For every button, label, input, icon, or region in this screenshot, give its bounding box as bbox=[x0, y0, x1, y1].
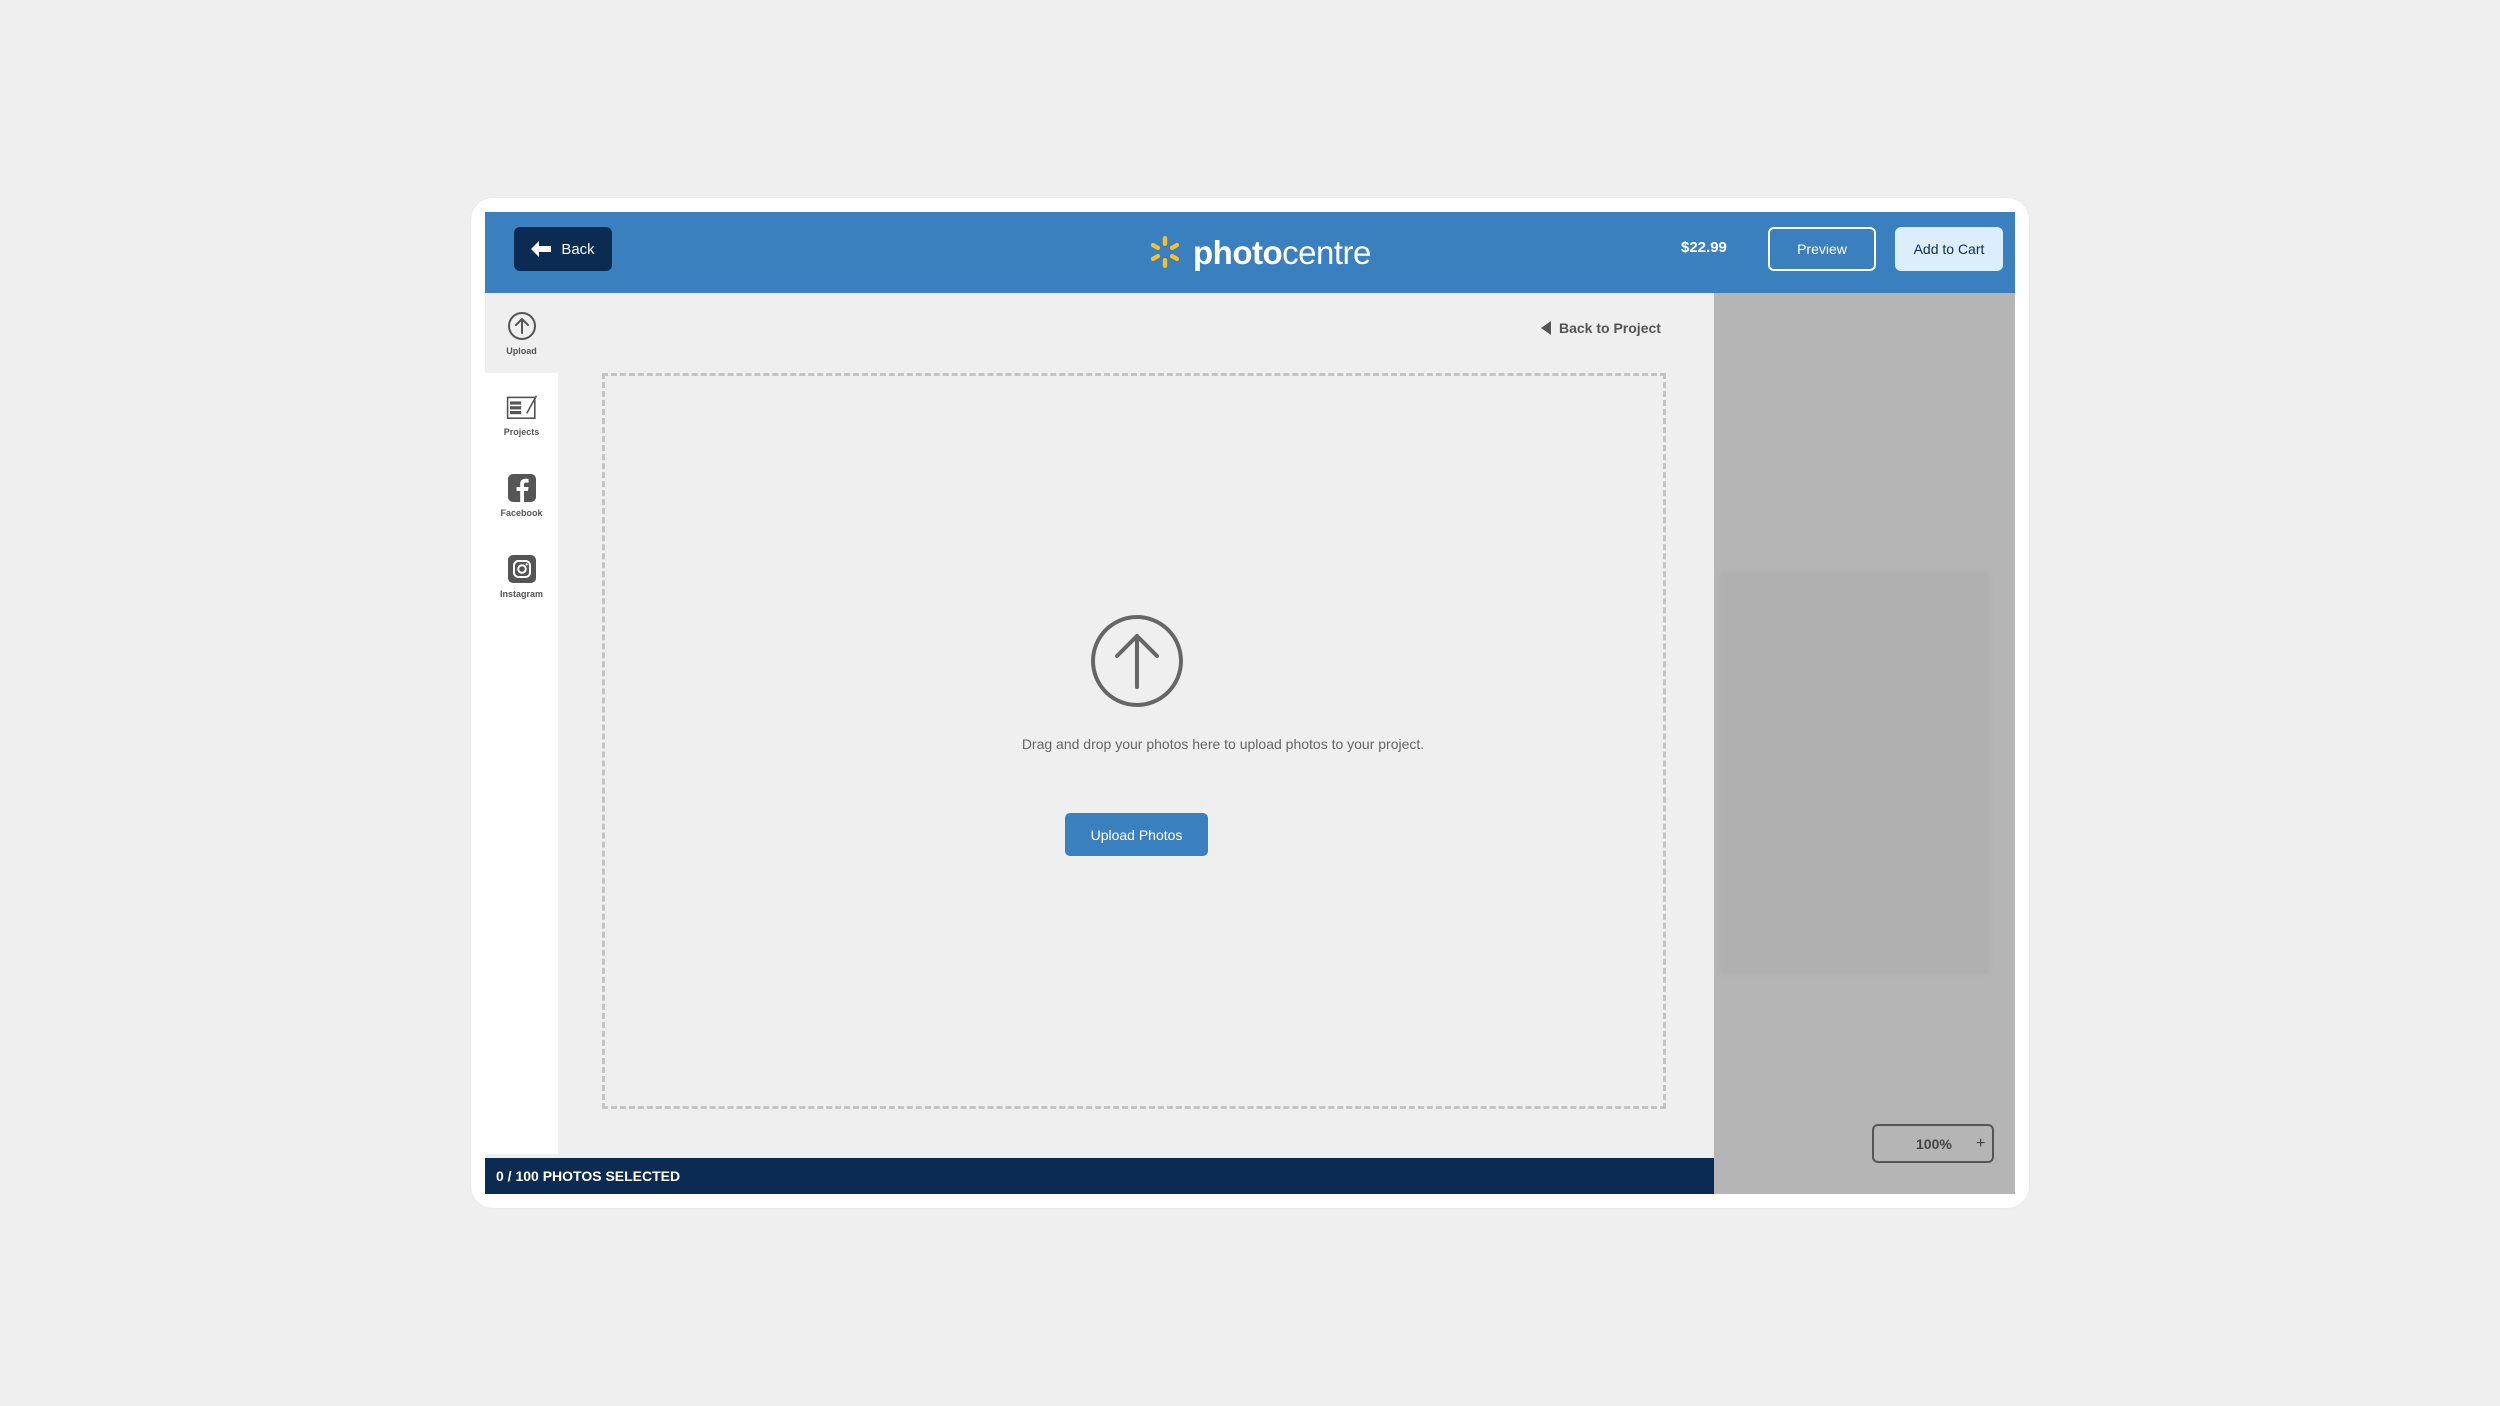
back-to-project-label: Back to Project bbox=[1559, 320, 1661, 336]
spark-logo-icon bbox=[1150, 236, 1180, 268]
selection-status-bar: 0 / 100 PHOTOS SELECTED bbox=[485, 1158, 1714, 1194]
upload-icon bbox=[1091, 615, 1183, 707]
sidebar-item-upload[interactable]: Upload bbox=[485, 293, 558, 373]
back-button-label: Back bbox=[561, 240, 595, 258]
preview-button[interactable]: Preview bbox=[1768, 227, 1876, 271]
sidebar-item-facebook[interactable]: Facebook bbox=[485, 455, 558, 535]
zoom-level: 100% bbox=[1916, 1135, 1952, 1152]
instagram-icon bbox=[507, 555, 536, 583]
sidebar-item-label: Upload bbox=[506, 346, 537, 356]
price-label: $22.99 bbox=[1681, 239, 1727, 256]
logo-word-light: centre bbox=[1282, 233, 1371, 271]
sidebar: Upload Projects Facebook Instagram bbox=[485, 293, 558, 1154]
logo-wordmark: photocentre bbox=[1193, 236, 1371, 269]
sidebar-item-label: Projects bbox=[503, 427, 540, 437]
preview-panel: 100% + bbox=[1714, 293, 2015, 1194]
sidebar-item-label: Facebook bbox=[500, 508, 543, 518]
editor-app: Back photocentre $22.99 Preview Add to C… bbox=[485, 212, 2015, 1194]
add-to-cart-button[interactable]: Add to Cart bbox=[1895, 227, 2003, 271]
zoom-in-button[interactable]: + bbox=[1976, 1135, 1985, 1153]
facebook-icon bbox=[507, 474, 536, 502]
upload-icon bbox=[507, 312, 536, 340]
logo-word-bold: photo bbox=[1193, 233, 1283, 271]
drop-instruction-text: Drag and drop your photos here to upload… bbox=[1021, 736, 1425, 752]
zoom-control: 100% + bbox=[1872, 1124, 1994, 1163]
caret-left-icon bbox=[1541, 321, 1551, 335]
back-button[interactable]: Back bbox=[514, 227, 612, 271]
photos-selected-count: 0 / 100 PHOTOS SELECTED bbox=[496, 1168, 681, 1184]
upload-photos-button[interactable]: Upload Photos bbox=[1065, 813, 1208, 856]
projects-icon bbox=[506, 395, 537, 419]
sidebar-item-projects[interactable]: Projects bbox=[485, 374, 558, 454]
photocentre-logo: photocentre bbox=[1147, 230, 1371, 274]
arrow-left-icon bbox=[531, 241, 552, 257]
top-header: Back photocentre $22.99 Preview Add to C… bbox=[485, 212, 2015, 293]
sidebar-item-instagram[interactable]: Instagram bbox=[485, 536, 558, 616]
canvas-preview bbox=[1721, 573, 1988, 973]
sidebar-item-label: Instagram bbox=[499, 589, 543, 599]
back-to-project-link[interactable]: Back to Project bbox=[1541, 316, 1661, 340]
